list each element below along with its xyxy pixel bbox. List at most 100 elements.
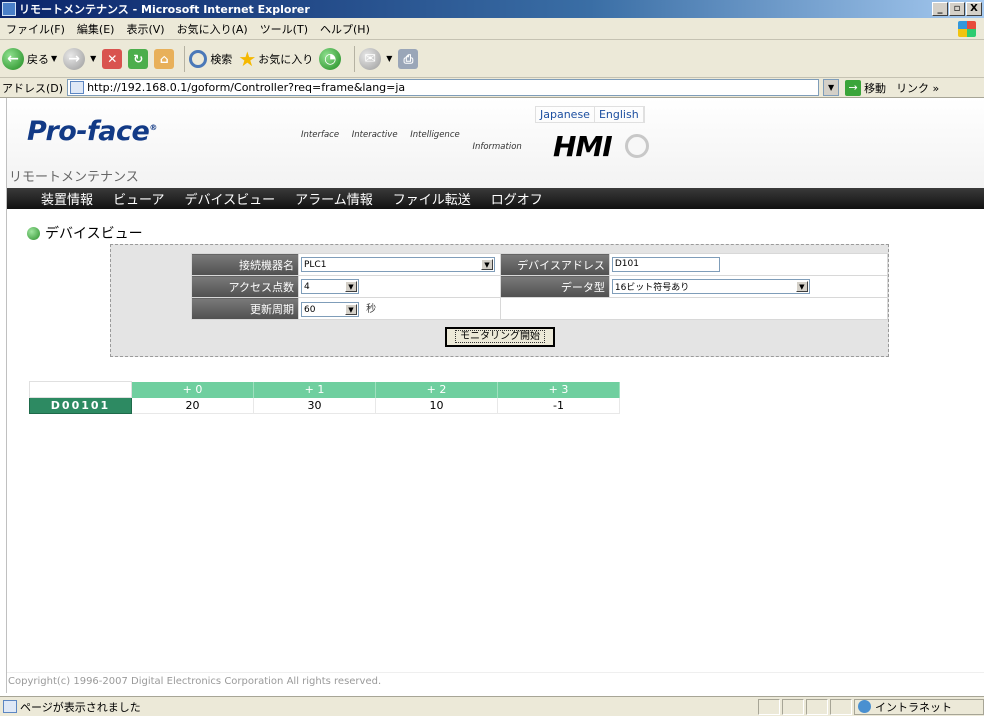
lang-english[interactable]: English [595,107,644,122]
column-header: + 1 [253,381,376,398]
menu-favorites[interactable]: お気に入り(A) [171,21,254,37]
main-nav: 装置情報 ビューア デバイスビュー アラーム情報 ファイル転送 ログオフ [7,188,984,209]
cell-value: 10 [375,397,498,414]
maximize-button[interactable]: ▫ [949,2,965,16]
logo-text: Pro-face [27,116,150,147]
update-cycle-select[interactable]: 60 ▼ [300,302,359,318]
minimize-button[interactable]: _ [932,2,948,16]
tagline: Interface Interactive Intelligence Infor… [301,130,532,152]
column-header: + 2 [375,381,498,398]
print-button[interactable]: ⎙ [398,48,419,69]
url-input[interactable]: http://192.168.0.1/goform/Controller?req… [67,79,820,96]
star-icon: ★ [238,46,257,71]
ie-app-icon [2,2,16,16]
menu-file[interactable]: ファイル(F) [0,21,71,37]
refresh-icon: ↻ [128,48,149,69]
device-address-input[interactable]: D101 [611,257,720,272]
cell-value: -1 [497,397,620,414]
forward-button[interactable]: → ▼ [63,47,96,70]
history-icon: ◔ [319,47,342,70]
zone-label: イントラネット [875,700,952,714]
status-pane [830,698,852,715]
chevron-down-icon: ▼ [344,304,357,316]
status-pane [806,698,828,715]
mail-icon: ✉ [359,47,382,70]
menu-bar: ファイル(F) 編集(E) 表示(V) お気に入り(A) ツール(T) ヘルプ(… [0,18,984,40]
copyright-footer: Copyright(c) 1996-2007 Digital Electroni… [7,672,984,693]
start-monitoring-label: モニタリング開始 [455,330,545,343]
menu-help[interactable]: ヘルプ(H) [314,21,376,37]
search-button[interactable]: 検索 [189,49,233,68]
menu-edit[interactable]: 編集(E) [71,21,121,37]
device-form: 接続機器名 PLC1 ▼ デバイスアドレス D101 アクセス点数 4 ▼ デー… [110,244,889,357]
tagline-interface: Interface [301,130,340,140]
address-dropdown-button[interactable]: ▼ [823,79,840,96]
window-title: リモートメンテナンス - Microsoft Internet Explorer [19,3,310,16]
close-button[interactable]: X [966,2,982,16]
site-title: リモートメンテナンス [9,170,139,185]
history-button[interactable]: ◔ [319,47,344,70]
table-corner [29,381,132,398]
tagline-intelligence: Intelligence [410,130,460,140]
hmi-circle-icon [625,134,649,158]
intranet-icon [858,700,871,713]
device-form-table: 接続機器名 PLC1 ▼ デバイスアドレス D101 アクセス点数 4 ▼ デー… [191,253,889,320]
toolbar-separator [354,45,356,72]
menu-view[interactable]: 表示(V) [120,21,170,37]
update-cycle-value: 60 [303,304,316,315]
status-pane [782,698,804,715]
update-cycle-unit: 秒 [366,303,377,315]
cell-value: 20 [131,397,254,414]
search-icon [189,49,208,68]
chevron-down-icon[interactable]: ▼ [386,54,392,63]
mail-button[interactable]: ✉ ▼ [359,47,392,70]
chevron-down-icon: ▼ [344,281,357,292]
data-type-value: 16ビット符号あり [614,283,690,293]
start-monitoring-button[interactable]: モニタリング開始 [445,327,555,347]
menu-tools[interactable]: ツール(T) [254,21,314,37]
page-icon [70,81,85,94]
search-label: 検索 [210,52,233,66]
data-type-select[interactable]: 16ビット符号あり ▼ [611,279,810,294]
hmi-logo: HMI [553,130,613,163]
nav-device-info[interactable]: 装置情報 [41,189,93,208]
nav-device-view[interactable]: デバイスビュー [185,189,276,208]
page-done-icon [3,700,17,713]
favorites-label: お気に入り [258,52,314,66]
chevron-down-icon[interactable]: ▼ [51,54,57,63]
chevron-down-icon[interactable]: ▼ [90,54,96,63]
go-button[interactable]: → 移動 [845,79,886,96]
stop-icon: ✕ [102,48,123,69]
lang-japanese[interactable]: Japanese [536,107,595,122]
favorites-button[interactable]: ★ お気に入り [238,47,313,71]
forward-arrow-icon: → [63,47,86,70]
nav-alarm-info[interactable]: アラーム情報 [295,189,373,208]
status-pane [758,698,780,715]
back-arrow-icon: ← [2,47,24,70]
status-text: ページが表示されました [20,700,141,714]
refresh-button[interactable]: ↻ [128,48,149,69]
nav-logoff[interactable]: ログオフ [491,189,543,208]
device-name-value: PLC1 [303,259,327,270]
links-button[interactable]: リンク » [896,80,939,96]
access-count-select[interactable]: 4 ▼ [300,279,359,294]
row-address: D00101 [29,397,132,414]
section-title: デバイスビュー [27,223,143,243]
tagline-interactive: Interactive [351,130,398,140]
stop-button[interactable]: ✕ [102,48,123,69]
proface-logo: Pro-face® [27,116,157,147]
device-name-select[interactable]: PLC1 ▼ [300,257,495,272]
chevron-down-icon: ▼ [480,259,493,270]
nav-file-transfer[interactable]: ファイル転送 [393,189,471,208]
address-label: アドレス(D) [2,81,64,95]
language-switch: Japanese English [535,106,645,123]
access-count-value: 4 [303,281,310,292]
bullet-icon [27,226,40,240]
nav-viewer[interactable]: ビューア [113,189,164,208]
windows-logo-icon [958,20,976,37]
column-header: + 0 [131,381,254,398]
back-button[interactable]: ← 戻る ▼ [2,47,57,70]
device-address-label: デバイスアドレス [499,253,610,276]
status-bar: ページが表示されました イントラネット [0,696,984,716]
home-button[interactable]: ⌂ [154,48,175,69]
